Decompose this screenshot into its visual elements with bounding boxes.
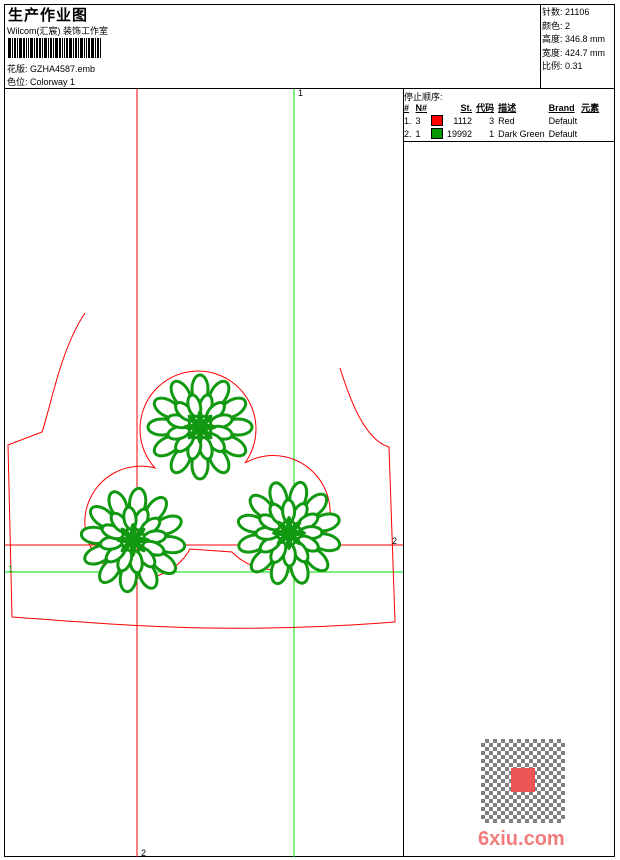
design-canvas [5,89,403,857]
embroidery-flowers [79,373,342,594]
flower-motif [79,486,187,594]
guide-label-right: 2 [392,536,398,546]
guide-label-bottom: 2 [141,848,147,858]
watermark-text: 6xiu.com [478,828,565,850]
flower-motif [236,480,342,586]
flower-motif [146,373,254,481]
guide-label-left: 1 [8,564,14,574]
guide-label-top: 1 [298,88,304,98]
stamp-logo [511,768,535,792]
